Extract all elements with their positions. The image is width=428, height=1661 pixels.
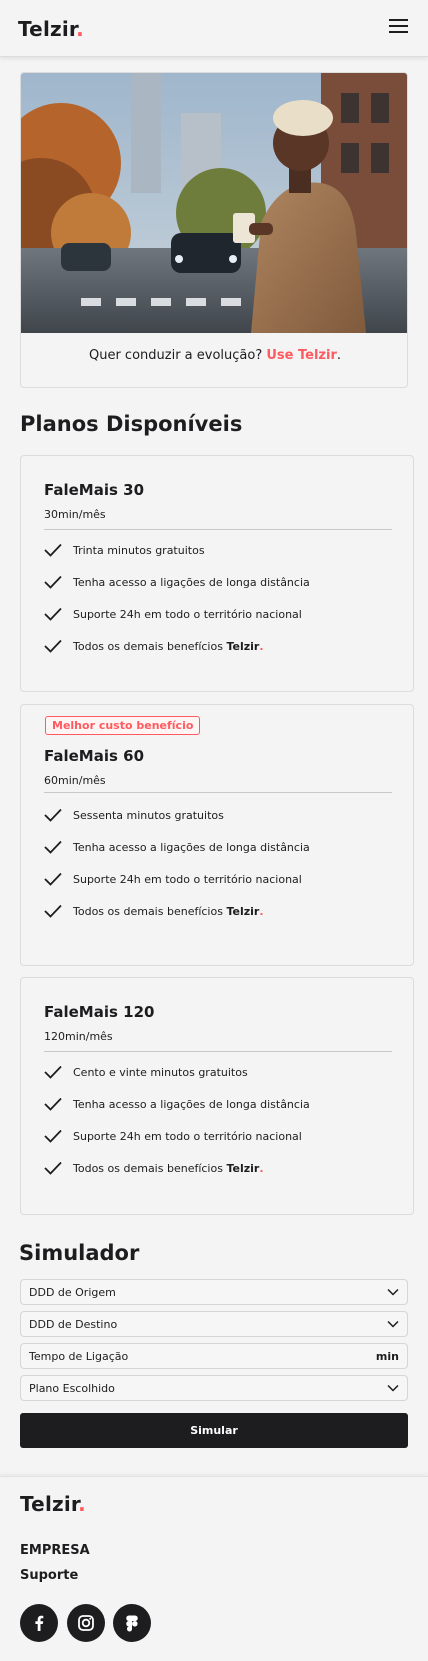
checkmark-icon (44, 639, 62, 653)
plan-feature: Suporte 24h em todo o território naciona… (44, 871, 302, 887)
plan-feature: Todos os demais benefícios Telzir. (44, 1160, 264, 1176)
destination-ddd-select[interactable]: DDD de Destino (20, 1311, 408, 1337)
chevron-down-icon (387, 1384, 399, 1392)
plans-section-title: Planos Disponíveis (20, 412, 243, 436)
plan-feature-text: Trinta minutos gratuitos (73, 543, 205, 557)
plan-feature: Trinta minutos gratuitos (44, 542, 205, 558)
plan-minutes: 120min/mês (44, 1030, 113, 1043)
origin-ddd-label: DDD de Origem (29, 1285, 116, 1299)
checkmark-icon (44, 840, 62, 854)
plan-feature: Tenha acesso a ligações de longa distânc… (44, 839, 310, 855)
origin-ddd-select[interactable]: DDD de Origem (20, 1279, 408, 1305)
call-time-label: Tempo de Ligação (29, 1349, 129, 1363)
plan-select[interactable]: Plano Escolhido (20, 1375, 408, 1401)
hero-caption: Quer conduzir a evolução? Use Telzir. (21, 348, 407, 363)
hero-caption-link[interactable]: Use Telzir (266, 348, 336, 363)
plan-feature: Cento e vinte minutos gratuitos (44, 1064, 248, 1080)
footer-link-empresa[interactable]: EMPRESA (20, 1543, 90, 1558)
best-value-badge: Melhor custo benefício (45, 716, 201, 735)
checkmark-icon (44, 607, 62, 621)
plan-divider (44, 1051, 392, 1052)
checkmark-icon (44, 575, 62, 589)
checkmark-icon (44, 543, 62, 557)
footer-logo[interactable]: Telzir. (20, 1492, 86, 1516)
plan-feature-text: Tenha acesso a ligações de longa distânc… (73, 1097, 310, 1111)
plan-feature-text: Tenha acesso a ligações de longa distânc… (73, 575, 310, 589)
plan-feature: Todos os demais benefícios Telzir. (44, 638, 264, 654)
plan-feature-brand-dot: . (259, 639, 264, 653)
hero-caption-text: Quer conduzir a evolução? (88, 348, 267, 363)
plan-card-falemais-30[interactable]: FaleMais 30 30min/mês Trinta minutos gra… (20, 455, 414, 692)
chevron-down-icon (387, 1320, 399, 1328)
plan-feature-text: Sessenta minutos gratuitos (73, 808, 224, 822)
checkmark-icon (44, 1129, 62, 1143)
checkmark-icon (44, 808, 62, 822)
plan-feature-text: Todos os demais benefícios (73, 1161, 223, 1175)
plan-feature-brand: Telzir (226, 639, 260, 653)
footer-logo-text: Telzir (20, 1492, 79, 1516)
plan-feature: Suporte 24h em todo o território naciona… (44, 1128, 302, 1144)
hero-caption-end: . (336, 348, 341, 363)
plan-divider (44, 792, 392, 793)
plan-name: FaleMais 120 (44, 1003, 155, 1021)
plan-minutes: 30min/mês (44, 508, 106, 521)
checkmark-icon (44, 904, 62, 918)
checkmark-icon (44, 1065, 62, 1079)
plan-feature: Tenha acesso a ligações de longa distânc… (44, 1096, 310, 1112)
plan-feature-text: Suporte 24h em todo o território naciona… (73, 1129, 302, 1143)
plan-feature-text: Tenha acesso a ligações de longa distânc… (73, 840, 310, 854)
call-time-input[interactable]: Tempo de Ligação min (20, 1343, 408, 1369)
plan-minutes: 60min/mês (44, 774, 106, 787)
plan-card-falemais-60[interactable]: Melhor custo benefício FaleMais 60 60min… (20, 704, 414, 966)
instagram-icon[interactable] (67, 1604, 105, 1642)
plan-feature-text: Cento e vinte minutos gratuitos (73, 1065, 248, 1079)
plan-feature: Todos os demais benefícios Telzir. (44, 903, 264, 919)
plan-feature-text: Todos os demais benefícios (73, 639, 223, 653)
logo-text: Telzir (18, 17, 77, 41)
hero-image (21, 73, 407, 333)
destination-ddd-label: DDD de Destino (29, 1317, 118, 1331)
plan-name: FaleMais 60 (44, 747, 145, 765)
footer-logo-dot: . (78, 1492, 86, 1516)
chevron-down-icon (387, 1288, 399, 1296)
call-time-suffix: min (375, 1349, 399, 1363)
facebook-icon[interactable] (20, 1604, 58, 1642)
plan-feature: Suporte 24h em todo o território naciona… (44, 606, 302, 622)
plan-feature: Sessenta minutos gratuitos (44, 807, 224, 823)
plan-name: FaleMais 30 (44, 481, 145, 499)
simulate-button[interactable]: Simular (20, 1413, 408, 1448)
logo-dot: . (76, 17, 84, 41)
plan-feature-text: Suporte 24h em todo o território naciona… (73, 872, 302, 886)
plan-feature: Tenha acesso a ligações de longa distânc… (44, 574, 310, 590)
plan-feature-text: Todos os demais benefícios (73, 904, 223, 918)
header-logo[interactable]: Telzir. (18, 17, 84, 41)
plan-card-falemais-120[interactable]: FaleMais 120 120min/mês Cento e vinte mi… (20, 977, 414, 1215)
simulator-title: Simulador (19, 1241, 140, 1265)
footer-link-suporte[interactable]: Suporte (20, 1568, 78, 1583)
site-header: Telzir. (0, 0, 428, 57)
checkmark-icon (44, 1161, 62, 1175)
plan-feature-brand-dot: . (259, 1161, 264, 1175)
plan-feature-brand: Telzir (226, 904, 260, 918)
plan-feature-brand: Telzir (226, 1161, 260, 1175)
hamburger-icon[interactable] (389, 19, 408, 35)
plan-select-label: Plano Escolhido (29, 1381, 115, 1395)
plan-divider (44, 529, 392, 530)
figma-icon[interactable] (113, 1604, 151, 1642)
plan-feature-text: Suporte 24h em todo o território naciona… (73, 607, 302, 621)
checkmark-icon (44, 1097, 62, 1111)
plan-feature-brand-dot: . (259, 904, 264, 918)
checkmark-icon (44, 872, 62, 886)
hero-card: Quer conduzir a evolução? Use Telzir. (20, 72, 408, 388)
